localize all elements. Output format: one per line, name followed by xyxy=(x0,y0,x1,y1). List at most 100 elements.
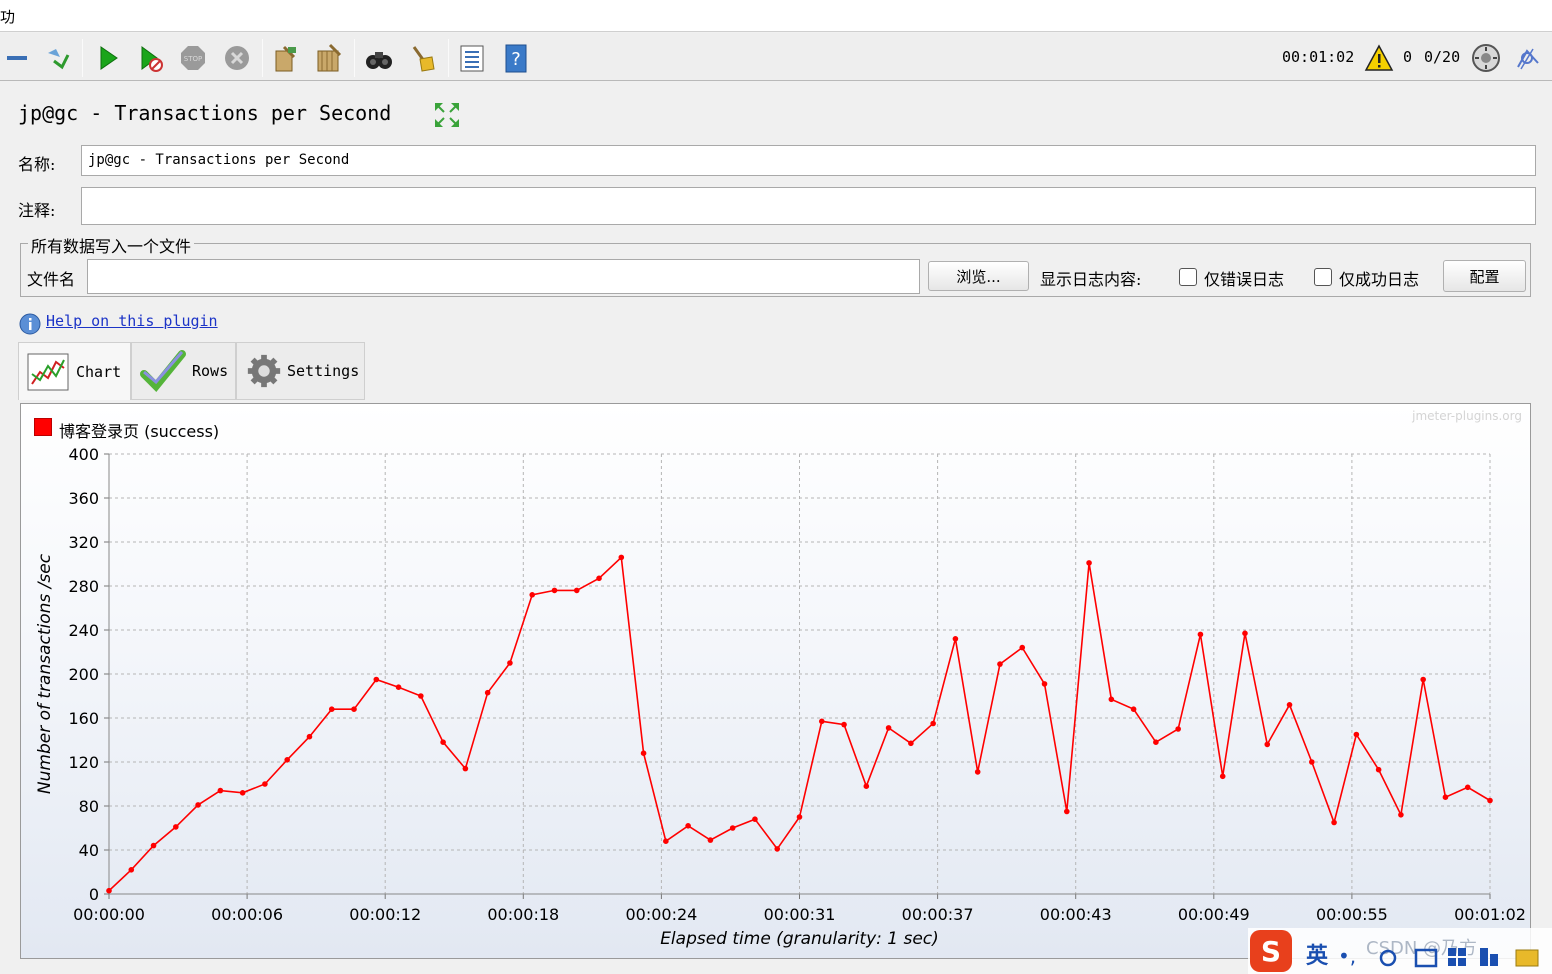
data-point xyxy=(173,824,179,830)
data-point xyxy=(1353,731,1360,738)
data-point xyxy=(1086,560,1092,566)
y-axis-title: Number of transactions /sec xyxy=(35,553,55,794)
function-helper-icon[interactable] xyxy=(455,41,489,75)
data-point xyxy=(818,718,825,725)
name-field[interactable]: jp@gc - Transactions per Second xyxy=(81,145,1536,176)
data-point xyxy=(1019,644,1026,651)
x-tick-label: 00:00:55 xyxy=(1316,905,1388,924)
data-point xyxy=(150,842,157,849)
legend-label: 博客登录页 (success) xyxy=(59,422,220,441)
y-tick-label: 120 xyxy=(68,753,99,772)
data-point xyxy=(551,587,558,594)
data-point xyxy=(1041,681,1048,687)
data-point xyxy=(306,733,313,740)
info-icon xyxy=(19,313,41,335)
y-tick-label: 400 xyxy=(68,445,99,464)
data-point xyxy=(1420,676,1426,683)
tab-rows-label: Rows xyxy=(192,362,229,380)
browse-button[interactable]: 浏览... xyxy=(928,261,1029,291)
data-point xyxy=(573,587,580,594)
data-point xyxy=(507,660,513,666)
y-tick-label: 280 xyxy=(68,577,99,596)
toggle-icon[interactable] xyxy=(40,41,74,75)
data-point xyxy=(1375,766,1382,773)
data-point xyxy=(440,739,446,745)
data-point xyxy=(1242,630,1248,637)
stop-icon[interactable]: STOP xyxy=(176,41,210,75)
warning-icon[interactable] xyxy=(1362,41,1396,75)
data-point xyxy=(1487,797,1493,804)
filename-field[interactable] xyxy=(87,259,920,294)
y-tick-label: 40 xyxy=(79,841,99,860)
maximize-icon[interactable] xyxy=(432,100,462,130)
tab-rows[interactable]: Rows xyxy=(131,342,236,400)
x-tick-label: 00:00:24 xyxy=(625,905,697,924)
data-point xyxy=(707,837,714,843)
data-point xyxy=(1130,706,1137,712)
name-label: 名称: xyxy=(18,155,56,174)
errors-only-label: 仅错误日志 xyxy=(1204,270,1285,289)
data-point xyxy=(885,725,892,731)
page-title: jp@gc - Transactions per Second xyxy=(18,101,392,125)
y-tick-label: 160 xyxy=(68,709,99,728)
data-point xyxy=(908,740,914,747)
success-only-checkbox[interactable] xyxy=(1314,268,1332,286)
clear-icon[interactable] xyxy=(268,41,302,75)
data-point xyxy=(106,887,112,894)
elapsed-time: 00:01:02 xyxy=(1282,48,1355,66)
gear-icon xyxy=(247,354,281,388)
data-point xyxy=(195,802,201,808)
legend-swatch xyxy=(34,418,52,436)
x-tick-label: 00:00:18 xyxy=(487,905,559,924)
x-tick-label: 00:01:02 xyxy=(1454,905,1526,924)
configure-button[interactable]: 配置 xyxy=(1443,260,1526,292)
data-point xyxy=(1175,726,1181,732)
comment-field[interactable] xyxy=(81,187,1536,225)
start-no-pause-icon[interactable] xyxy=(133,41,167,75)
data-point xyxy=(1442,794,1449,800)
y-tick-label: 360 xyxy=(68,489,99,508)
data-point xyxy=(1398,812,1404,818)
comment-label: 注释: xyxy=(18,201,56,220)
data-point xyxy=(1464,784,1471,791)
help-plugin-link[interactable]: Help on this plugin xyxy=(46,312,218,330)
data-point xyxy=(1309,759,1315,765)
x-axis-title: Elapsed time (granularity: 1 sec) xyxy=(660,929,939,949)
data-point xyxy=(418,693,424,699)
x-tick-label: 00:00:31 xyxy=(764,905,836,924)
ime-toolbar[interactable]: S 英 •, CSDN @乃方 xyxy=(1248,928,1552,974)
data-point xyxy=(663,838,669,844)
help-icon[interactable]: ? xyxy=(499,41,533,75)
data-point xyxy=(395,684,402,690)
x-tick-label: 00:00:43 xyxy=(1040,905,1112,924)
data-point xyxy=(462,765,469,772)
x-tick-label: 00:00:06 xyxy=(211,905,283,924)
log-viewer-icon[interactable] xyxy=(1511,41,1545,75)
window-titlebar: 功 xyxy=(0,0,1552,32)
tab-chart-label: Chart xyxy=(76,362,122,381)
collapse-icon[interactable] xyxy=(0,41,34,75)
reset-search-icon[interactable] xyxy=(406,41,440,75)
x-tick-label: 00:00:12 xyxy=(349,905,421,924)
y-tick-label: 320 xyxy=(68,533,99,552)
data-point xyxy=(529,592,536,598)
errors-only-checkbox[interactable] xyxy=(1179,268,1197,286)
tab-chart[interactable]: Chart xyxy=(18,342,131,400)
success-only-label: 仅成功日志 xyxy=(1339,270,1420,289)
start-icon[interactable] xyxy=(91,41,125,75)
remote-status-icon[interactable] xyxy=(1469,41,1503,75)
data-point xyxy=(1264,741,1271,748)
data-point xyxy=(1108,696,1115,703)
clear-all-icon[interactable] xyxy=(312,41,346,75)
chart-icon xyxy=(27,353,69,390)
data-point xyxy=(952,636,959,642)
data-point xyxy=(841,721,847,728)
data-point xyxy=(284,757,290,763)
search-icon[interactable] xyxy=(362,41,396,75)
shutdown-icon[interactable] xyxy=(220,41,254,75)
data-point xyxy=(596,575,602,582)
svg-text:STOP: STOP xyxy=(184,55,202,63)
ime-logo: S xyxy=(1261,935,1281,968)
data-point xyxy=(863,783,870,789)
tab-settings[interactable]: Settings xyxy=(236,342,365,400)
